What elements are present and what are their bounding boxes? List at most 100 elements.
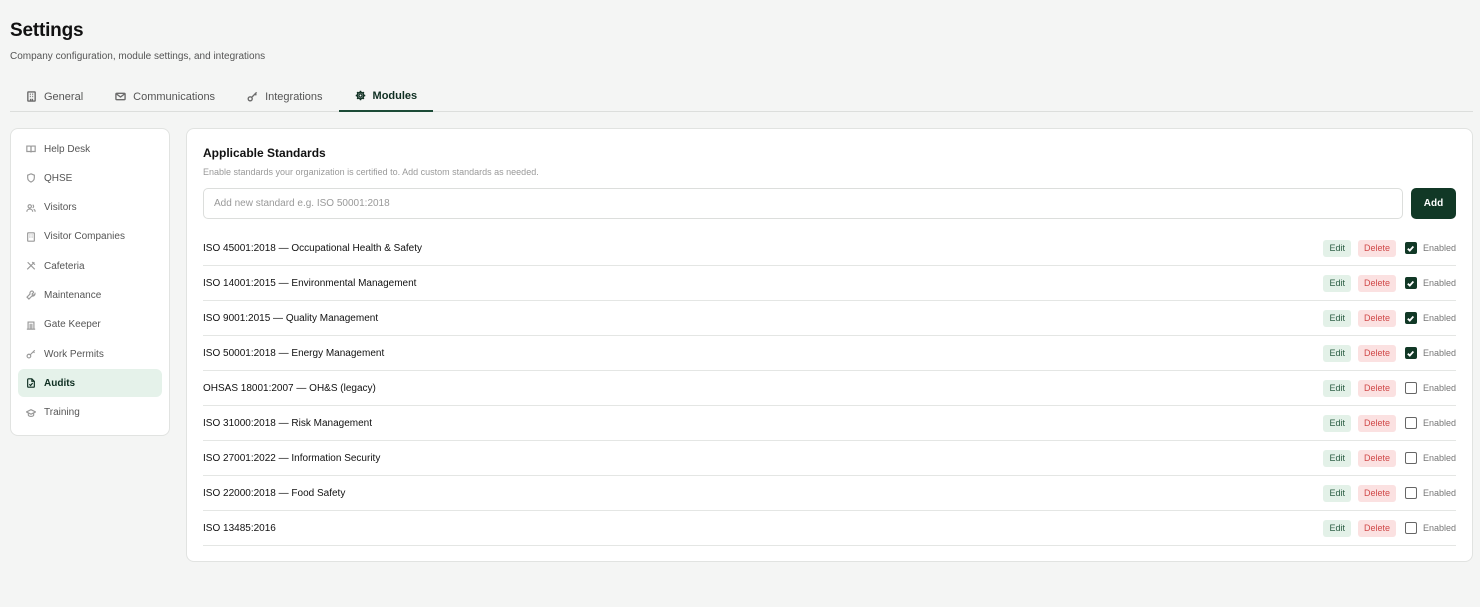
tab-label: Modules [372, 89, 418, 102]
enabled-toggle[interactable]: Enabled [1404, 347, 1456, 359]
enabled-checkbox[interactable] [1404, 277, 1417, 289]
standards-panel: Applicable Standards Enable standards yo… [186, 128, 1473, 562]
sidebar-item-audits[interactable]: Audits [18, 369, 162, 398]
checkmark-icon [1407, 245, 1415, 252]
tab-general[interactable]: General [10, 81, 99, 112]
enabled-checkbox[interactable] [1404, 242, 1417, 254]
edit-button[interactable]: Edit [1323, 309, 1351, 327]
enabled-checkbox[interactable] [1404, 487, 1417, 499]
standard-row: ISO 31000:2018 — Risk Management Edit De… [203, 406, 1456, 441]
edit-button[interactable]: Edit [1323, 414, 1351, 432]
key-icon [247, 91, 258, 102]
sidebar-item-qhse[interactable]: QHSE [18, 164, 162, 192]
utensils-icon [26, 261, 36, 270]
enabled-toggle[interactable]: Enabled [1404, 452, 1456, 464]
enabled-checkbox[interactable] [1404, 417, 1417, 429]
sidebar-item-gate-keeper[interactable]: Gate Keeper [18, 311, 162, 339]
section-description: Enable standards your organization is ce… [203, 167, 539, 177]
enabled-label: Enabled [1422, 418, 1456, 428]
section-title: Applicable Standards [203, 146, 326, 160]
edit-button[interactable]: Edit [1323, 379, 1351, 397]
standard-name: ISO 27001:2022 — Information Security [203, 452, 381, 464]
gear-icon [355, 90, 365, 101]
enabled-checkbox[interactable] [1404, 522, 1417, 534]
delete-button[interactable]: Delete [1357, 414, 1396, 432]
enabled-label: Enabled [1422, 348, 1456, 358]
delete-button[interactable]: Delete [1357, 449, 1396, 467]
delete-button[interactable]: Delete [1357, 274, 1396, 292]
sidebar-item-label: Work Permits [44, 348, 104, 360]
page-title: Settings [10, 20, 84, 41]
delete-button[interactable]: Delete [1357, 484, 1396, 502]
edit-button[interactable]: Edit [1323, 239, 1351, 257]
settings-tabs: General Communications Integrations Modu… [10, 81, 1473, 112]
sidebar-item-label: Visitors [44, 202, 77, 214]
enabled-label: Enabled [1422, 488, 1456, 498]
enabled-toggle[interactable]: Enabled [1404, 487, 1456, 499]
standard-row: ISO 9001:2015 — Quality Management Edit … [203, 301, 1456, 336]
delete-button[interactable]: Delete [1357, 519, 1396, 537]
sidebar-item-visitor-companies[interactable]: Visitor Companies [18, 223, 162, 251]
enabled-checkbox[interactable] [1404, 312, 1417, 324]
edit-button[interactable]: Edit [1323, 484, 1351, 502]
delete-button[interactable]: Delete [1357, 379, 1396, 397]
standard-row: ISO 13485:2016 Edit Delete Enabled [203, 511, 1456, 546]
enabled-checkbox[interactable] [1404, 347, 1417, 359]
sidebar-item-label: Training [44, 407, 80, 419]
gate-icon [26, 321, 36, 330]
delete-button[interactable]: Delete [1357, 239, 1396, 257]
delete-button[interactable]: Delete [1357, 309, 1396, 327]
sidebar-item-cafeteria[interactable]: Cafeteria [18, 252, 162, 280]
page-subtitle: Company configuration, module settings, … [10, 51, 266, 62]
sidebar-item-work-permits[interactable]: Work Permits [18, 340, 162, 368]
enabled-toggle[interactable]: Enabled [1404, 277, 1456, 289]
new-standard-input[interactable] [203, 188, 1403, 219]
enabled-toggle[interactable]: Enabled [1404, 382, 1456, 394]
wrench-icon [26, 290, 36, 301]
standard-name: ISO 9001:2015 — Quality Management [203, 312, 379, 324]
sidebar-item-label: Maintenance [44, 289, 102, 301]
checkmark-icon [1407, 315, 1415, 322]
enabled-toggle[interactable]: Enabled [1404, 242, 1456, 254]
standard-name: OHSAS 18001:2007 — OH&S (legacy) [203, 382, 376, 394]
sidebar-item-maintenance[interactable]: Maintenance [18, 281, 162, 309]
book-icon [26, 145, 36, 153]
standard-row: ISO 50001:2018 — Energy Management Edit … [203, 336, 1456, 371]
clipboard-icon [27, 378, 35, 389]
standard-row: ISO 45001:2018 — Occupational Health & S… [203, 231, 1456, 266]
standard-name: ISO 50001:2018 — Energy Management [203, 347, 385, 359]
tab-communications[interactable]: Communications [99, 81, 231, 112]
enabled-label: Enabled [1422, 313, 1456, 323]
tab-label: Communications [133, 90, 216, 103]
edit-button[interactable]: Edit [1323, 449, 1351, 467]
edit-button[interactable]: Edit [1323, 274, 1351, 292]
tab-label: General [44, 90, 84, 103]
standard-row: OHSAS 18001:2007 — OH&S (legacy) Edit De… [203, 371, 1456, 406]
sidebar-item-visitors[interactable]: Visitors [18, 194, 162, 222]
enabled-toggle[interactable]: Enabled [1404, 312, 1456, 324]
shield-icon [27, 173, 35, 184]
edit-button[interactable]: Edit [1323, 519, 1351, 537]
sidebar-item-label: Visitor Companies [44, 231, 125, 243]
standard-name: ISO 45001:2018 — Occupational Health & S… [203, 242, 423, 254]
tab-modules[interactable]: Modules [338, 81, 434, 112]
edit-button[interactable]: Edit [1323, 344, 1351, 362]
sidebar-item-label: Audits [44, 377, 76, 389]
sidebar-item-training[interactable]: Training [18, 399, 162, 427]
tab-integrations[interactable]: Integrations [231, 81, 338, 112]
enabled-toggle[interactable]: Enabled [1404, 417, 1456, 429]
add-standard-button[interactable]: Add [1411, 188, 1456, 219]
enabled-checkbox[interactable] [1404, 382, 1417, 394]
sidebar-item-label: Cafeteria [44, 260, 85, 272]
tab-label: Integrations [265, 90, 323, 103]
delete-button[interactable]: Delete [1357, 344, 1396, 362]
standard-name: ISO 22000:2018 — Food Safety [203, 487, 346, 499]
standard-name: ISO 13485:2016 [203, 522, 276, 534]
building-icon [27, 232, 35, 242]
enabled-checkbox[interactable] [1404, 452, 1417, 464]
standard-name: ISO 31000:2018 — Risk Management [203, 417, 372, 429]
enabled-toggle[interactable]: Enabled [1404, 522, 1456, 534]
sidebar-item-help-desk[interactable]: Help Desk [18, 135, 162, 163]
enabled-label: Enabled [1422, 383, 1456, 393]
page-header: Settings Company configuration, module s… [10, 20, 265, 62]
